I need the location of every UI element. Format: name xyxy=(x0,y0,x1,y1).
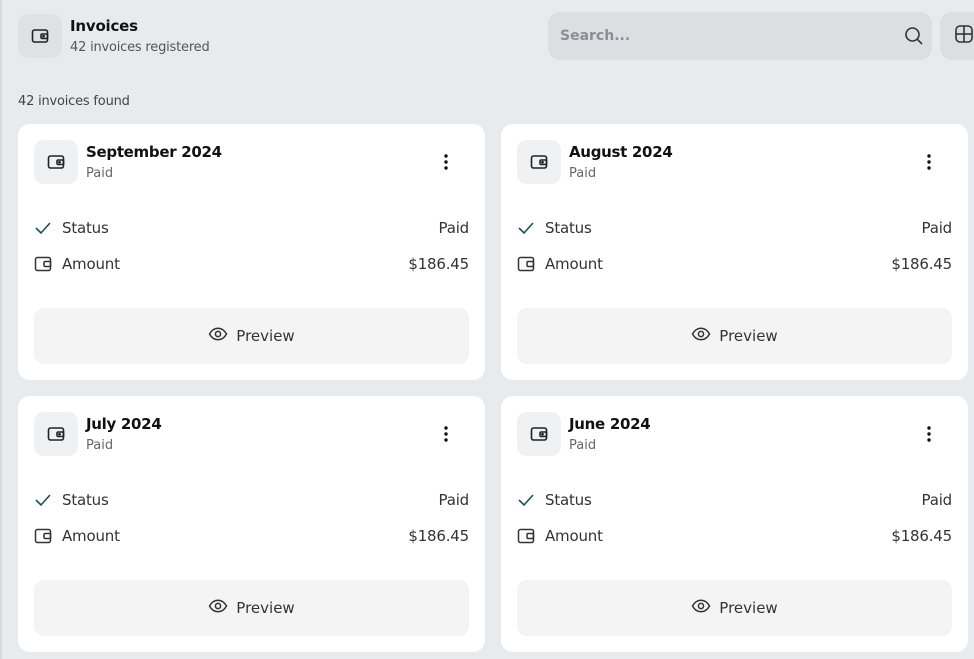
amount-value: $186.45 xyxy=(891,527,952,545)
amount-label: Amount xyxy=(62,527,120,545)
invoice-subtitle: Paid xyxy=(569,166,597,181)
eye-icon xyxy=(208,327,228,345)
results-count: 42 invoices found xyxy=(18,94,130,109)
wallet-icon xyxy=(34,140,78,184)
amount-label: Amount xyxy=(545,255,603,273)
invoice-title: September 2024 xyxy=(86,143,222,161)
preview-label: Preview xyxy=(236,599,295,617)
check-icon xyxy=(34,220,52,240)
amount-value: $186.45 xyxy=(408,255,469,273)
status-row: Status Paid xyxy=(517,488,952,512)
status-value: Paid xyxy=(438,491,470,509)
check-icon xyxy=(34,492,52,512)
page-subtitle: 42 invoices registered xyxy=(70,40,210,55)
status-label: Status xyxy=(545,219,592,237)
check-icon xyxy=(517,220,535,240)
amount-row: Amount $186.45 xyxy=(34,524,469,548)
amount-value: $186.45 xyxy=(408,527,469,545)
preview-button[interactable]: Preview xyxy=(34,308,469,364)
status-row: Status Paid xyxy=(517,216,952,240)
preview-label: Preview xyxy=(719,599,778,617)
wallet-icon xyxy=(517,256,535,276)
page-header: Invoices 42 invoices registered xyxy=(18,12,974,60)
check-icon xyxy=(517,492,535,512)
more-options-icon[interactable] xyxy=(917,150,941,174)
page-title: Invoices xyxy=(70,17,138,35)
wallet-icon xyxy=(34,256,52,276)
invoice-card: August 2024 Paid Status Paid Amount $186… xyxy=(501,124,968,380)
grid-icon xyxy=(954,24,974,48)
wallet-icon xyxy=(18,14,62,58)
invoice-subtitle: Paid xyxy=(86,166,114,181)
eye-icon xyxy=(691,327,711,345)
eye-icon xyxy=(208,599,228,617)
preview-button[interactable]: Preview xyxy=(517,308,952,364)
status-label: Status xyxy=(62,491,109,509)
amount-label: Amount xyxy=(62,255,120,273)
window-edge xyxy=(0,0,2,659)
preview-label: Preview xyxy=(719,327,778,345)
invoice-card: September 2024 Paid Status Paid Amount $… xyxy=(18,124,485,380)
more-options-icon[interactable] xyxy=(434,422,458,446)
amount-label: Amount xyxy=(545,527,603,545)
invoice-subtitle: Paid xyxy=(569,438,597,453)
status-row: Status Paid xyxy=(34,488,469,512)
invoice-title: August 2024 xyxy=(569,143,673,161)
status-value: Paid xyxy=(921,219,953,237)
invoice-card: July 2024 Paid Status Paid Amount $186.4… xyxy=(18,396,485,652)
more-options-icon[interactable] xyxy=(434,150,458,174)
preview-label: Preview xyxy=(236,327,295,345)
search-icon[interactable] xyxy=(904,26,924,50)
status-row: Status Paid xyxy=(34,216,469,240)
status-label: Status xyxy=(545,491,592,509)
more-options-icon[interactable] xyxy=(917,422,941,446)
preview-button[interactable]: Preview xyxy=(34,580,469,636)
preview-button[interactable]: Preview xyxy=(517,580,952,636)
amount-row: Amount $186.45 xyxy=(34,252,469,276)
search-bar[interactable] xyxy=(548,12,932,60)
wallet-icon xyxy=(34,412,78,456)
invoice-subtitle: Paid xyxy=(86,438,114,453)
amount-value: $186.45 xyxy=(891,255,952,273)
wallet-icon xyxy=(517,528,535,548)
status-label: Status xyxy=(62,219,109,237)
search-input[interactable] xyxy=(560,12,890,60)
wallet-icon xyxy=(34,528,52,548)
invoice-title: July 2024 xyxy=(86,415,162,433)
invoice-title: June 2024 xyxy=(569,415,651,433)
amount-row: Amount $186.45 xyxy=(517,524,952,548)
wallet-icon xyxy=(517,140,561,184)
amount-row: Amount $186.45 xyxy=(517,252,952,276)
wallet-icon xyxy=(517,412,561,456)
grid-view-button[interactable] xyxy=(940,12,974,60)
eye-icon xyxy=(691,599,711,617)
invoice-card: June 2024 Paid Status Paid Amount $186.4… xyxy=(501,396,968,652)
status-value: Paid xyxy=(438,219,470,237)
status-value: Paid xyxy=(921,491,953,509)
